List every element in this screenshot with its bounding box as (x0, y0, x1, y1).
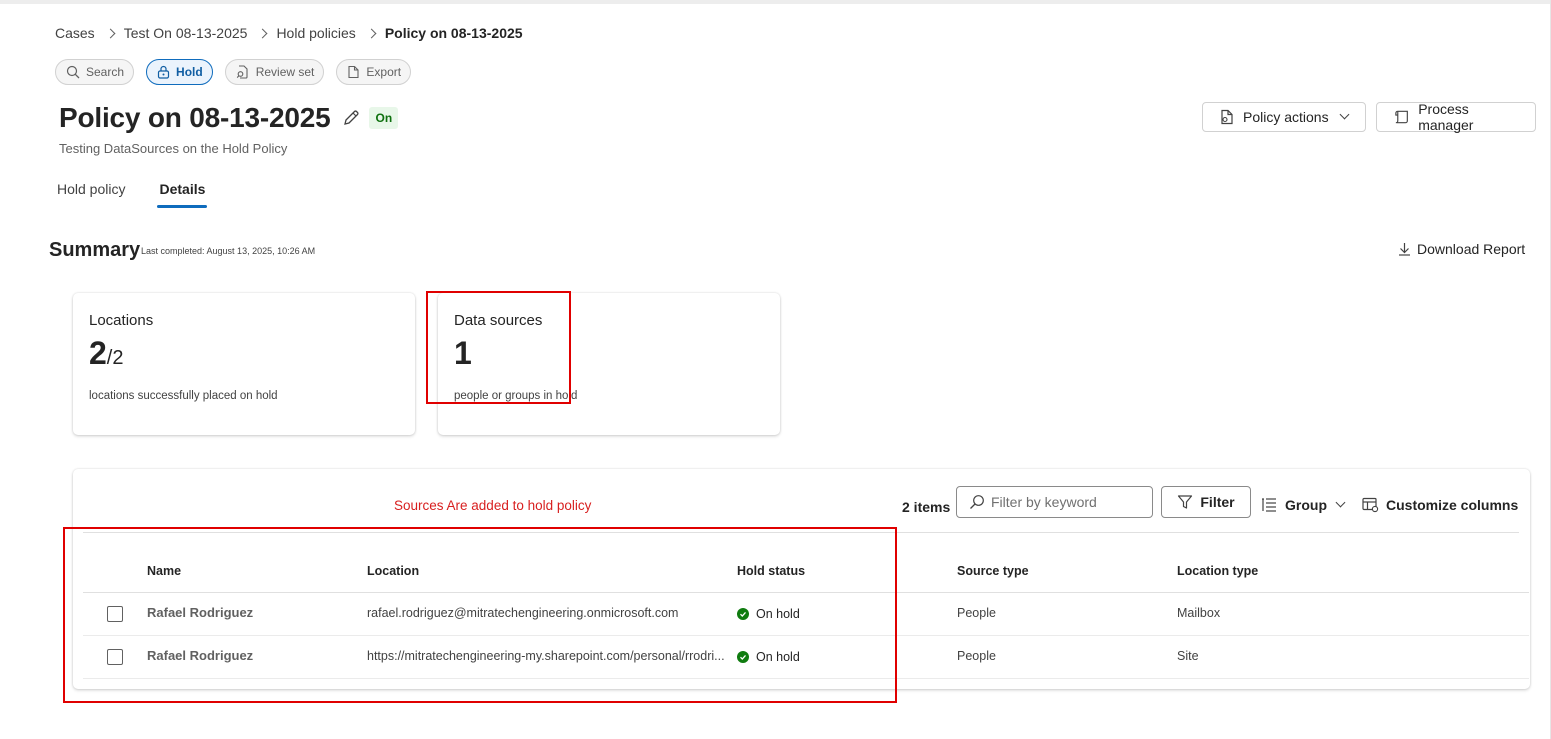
tab-bar: Hold policy Details (57, 181, 208, 208)
filter-button[interactable]: Filter (1161, 486, 1251, 518)
chevron-down-icon (1335, 497, 1346, 507)
row-checkbox[interactable] (107, 649, 123, 665)
review-set-pill[interactable]: Review set (224, 59, 325, 85)
hold-status: On hold (737, 650, 800, 664)
top-border (0, 0, 1551, 4)
locations-card: Locations 2/2 locations successfully pla… (73, 293, 415, 435)
hold-status: On hold (737, 607, 800, 621)
filter-button-label: Filter (1200, 494, 1235, 510)
items-count: 2 items (902, 499, 951, 515)
case-navigation-pills: Search Hold Review set Export (55, 59, 412, 85)
chevron-right-icon (257, 28, 268, 38)
row-checkbox[interactable] (107, 606, 123, 622)
download-report-button[interactable]: Download Report (1398, 241, 1525, 257)
customize-columns-button[interactable]: Customize columns (1362, 497, 1518, 513)
group-button-label: Group (1285, 497, 1327, 513)
column-header-hold-status[interactable]: Hold status (737, 564, 805, 578)
data-sources-card-description: people or groups in hold (454, 390, 578, 402)
chevron-down-icon (1339, 109, 1350, 119)
tab-details[interactable]: Details (157, 181, 208, 208)
column-header-name[interactable]: Name (147, 564, 181, 578)
breadcrumb-cases[interactable]: Cases (55, 25, 95, 41)
locations-card-title: Locations (89, 312, 154, 329)
group-button[interactable]: Group (1261, 497, 1346, 513)
search-pill[interactable]: Search (55, 59, 135, 85)
breadcrumb-case[interactable]: Test On 08-13-2025 (124, 25, 248, 41)
policy-document-icon (1221, 109, 1233, 125)
document-search-icon (236, 65, 248, 79)
hold-pill[interactable]: Hold (146, 59, 213, 85)
row-source-type: People (957, 649, 996, 663)
title-row: Policy on 08-13-2025 On (59, 102, 399, 134)
process-manager-button[interactable]: Process manager (1376, 101, 1536, 133)
row-location: rafael.rodriguez@mitratechengineering.on… (367, 606, 679, 620)
chevron-right-icon (105, 28, 116, 38)
page-title: Policy on 08-13-2025 (59, 102, 331, 133)
row-divider (83, 635, 1529, 636)
column-header-location-type[interactable]: Location type (1177, 564, 1258, 578)
page-subtitle: Testing DataSources on the Hold Policy (59, 141, 288, 156)
export-pill-label: Export (366, 65, 402, 79)
check-circle-icon (737, 608, 749, 620)
pencil-icon[interactable] (342, 109, 360, 127)
status-badge: On (369, 107, 399, 129)
header-divider (83, 592, 1529, 593)
table-settings-icon (1362, 497, 1379, 513)
filter-keyword-input[interactable] (991, 494, 1141, 510)
download-icon (1399, 243, 1410, 256)
column-header-source-type[interactable]: Source type (957, 564, 1029, 578)
export-pill[interactable]: Export (336, 59, 412, 85)
row-source-type: People (957, 606, 996, 620)
locations-card-description: locations successfully placed on hold (89, 390, 278, 402)
locations-count: 2 (89, 335, 107, 371)
hold-status-label: On hold (756, 650, 800, 664)
hold-pill-label: Hold (176, 65, 203, 79)
hold-status-label: On hold (756, 607, 800, 621)
column-header-location[interactable]: Location (367, 564, 419, 578)
last-completed-text: Last completed: August 13, 2025, 10:26 A… (141, 246, 316, 256)
search-icon (970, 495, 984, 509)
chevron-right-icon (366, 28, 377, 38)
row-location: https://mitratechengineering-my.sharepoi… (367, 649, 725, 663)
row-location-type: Mailbox (1177, 606, 1221, 620)
search-pill-label: Search (86, 65, 125, 79)
data-sources-card-title: Data sources (454, 312, 543, 329)
data-sources-card: Data sources 1 people or groups in hold (438, 293, 780, 435)
breadcrumb-hold-policies[interactable]: Hold policies (276, 25, 355, 41)
data-sources-card-value: 1 (454, 335, 472, 371)
policy-actions-label: Policy actions (1243, 109, 1329, 125)
row-location-type: Site (1177, 649, 1199, 663)
row-name: Rafael Rodriguez (147, 648, 254, 663)
tab-hold-policy[interactable]: Hold policy (57, 181, 125, 208)
policy-actions-button[interactable]: Policy actions (1202, 102, 1366, 132)
check-circle-icon (737, 651, 749, 663)
funnel-icon (1178, 495, 1193, 509)
document-icon (348, 65, 359, 79)
locations-card-value: 2/2 (89, 335, 123, 372)
review-set-pill-label: Review set (255, 65, 315, 79)
group-list-icon (1262, 498, 1276, 512)
filter-keyword-field[interactable] (956, 486, 1153, 518)
locations-total: /2 (106, 347, 124, 369)
scroll-icon (1395, 110, 1408, 124)
toolbar-divider (83, 532, 1519, 533)
summary-title: Summary (49, 239, 141, 261)
row-name: Rafael Rodriguez (147, 605, 254, 620)
search-icon (66, 65, 80, 79)
customize-columns-label: Customize columns (1386, 497, 1519, 513)
annotation-label: Sources Are added to hold policy (394, 498, 592, 513)
download-report-label: Download Report (1417, 241, 1526, 257)
process-manager-label: Process manager (1418, 101, 1474, 133)
breadcrumb-current: Policy on 08-13-2025 (384, 25, 523, 41)
lock-icon (157, 65, 170, 79)
breadcrumb: Cases Test On 08-13-2025 Hold policies P… (55, 25, 523, 41)
row-divider (83, 678, 1529, 679)
